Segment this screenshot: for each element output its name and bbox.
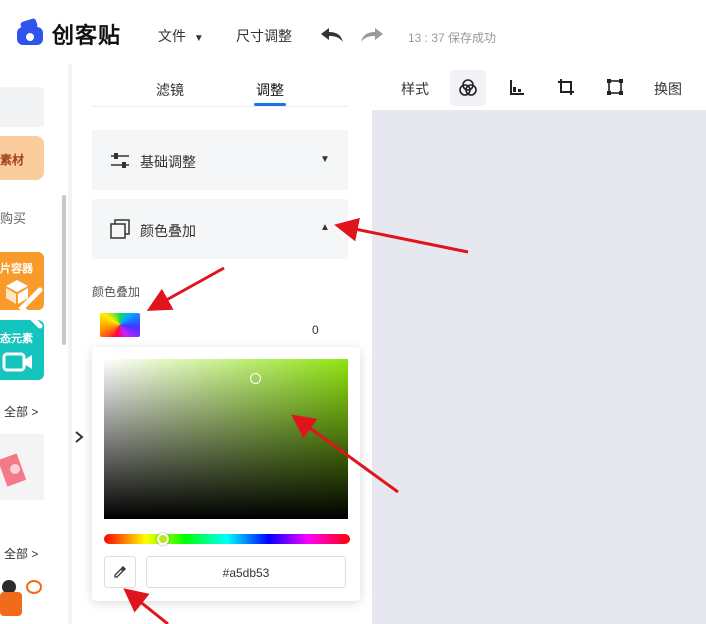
caret-down-icon: ▼ <box>193 33 204 44</box>
chevron-left-icon[interactable] <box>16 286 46 330</box>
ruler-icon[interactable] <box>508 78 526 96</box>
dynamic-element-label: 态元素 <box>0 333 33 345</box>
overlay-field-label: 颜色叠加 <box>92 285 141 299</box>
sidebar-blank-card[interactable] <box>0 87 44 127</box>
transform-icon[interactable] <box>606 78 624 96</box>
hex-color-input[interactable]: #a5db53 <box>146 556 346 588</box>
player-jersey-shape <box>0 592 22 616</box>
image-container-label: 片容器 <box>0 263 33 275</box>
sticker-thumb-1[interactable] <box>0 434 44 500</box>
eyedropper-icon <box>114 566 126 578</box>
sidebar-scrollbar[interactable] <box>62 195 66 345</box>
video-camera-icon <box>2 352 32 372</box>
save-status: 13 : 37 保存成功 <box>408 31 497 45</box>
logo-icon[interactable] <box>14 17 48 49</box>
sticker-thumb-2[interactable] <box>0 574 44 624</box>
crop-icon[interactable] <box>557 78 575 96</box>
eyedropper-button[interactable] <box>104 556 136 588</box>
hue-slider[interactable] <box>104 534 350 544</box>
pink-dot-shape <box>10 464 20 474</box>
all-link-1[interactable]: 全部 > <box>4 403 38 420</box>
color-circles-icon <box>459 79 477 96</box>
tab-adjust[interactable]: 调整 <box>256 80 284 100</box>
saturation-value-box[interactable] <box>104 359 348 519</box>
overlay-value: 0 <box>312 323 319 337</box>
filter-tool-button[interactable] <box>450 70 486 106</box>
size-adjust-menu[interactable]: 尺寸调整 <box>236 26 292 46</box>
all-link-2[interactable]: 全部 > <box>4 545 38 562</box>
file-menu-label: 文件 <box>158 28 186 44</box>
redo-icon[interactable] <box>360 26 384 44</box>
basic-adjust-label: 基础调整 <box>140 154 196 170</box>
collapse-arrow-icon[interactable] <box>73 430 85 444</box>
overlay-squares-icon <box>110 219 130 239</box>
sv-handle[interactable] <box>250 373 261 384</box>
color-overlay-section[interactable]: 颜色叠加 ▲ <box>92 199 348 259</box>
tab-divider <box>92 106 348 107</box>
file-menu[interactable]: 文件 ▼ <box>158 26 204 46</box>
sliders-icon <box>111 153 129 168</box>
ball-shape <box>26 580 42 594</box>
material-card-label: 素材 <box>0 153 25 167</box>
undo-icon[interactable] <box>320 26 344 44</box>
purchase-link[interactable]: 购买 <box>0 208 26 227</box>
caret-up-icon: ▲ <box>320 222 330 233</box>
hue-handle[interactable] <box>157 533 169 545</box>
canvas-area[interactable] <box>372 110 706 624</box>
style-button[interactable]: 样式 <box>401 79 429 99</box>
logo-text: 创客贴 <box>52 23 122 48</box>
basic-adjust-section[interactable]: 基础调整 ▼ <box>92 130 348 190</box>
tab-filter[interactable]: 滤镜 <box>156 80 184 100</box>
color-overlay-label: 颜色叠加 <box>140 223 196 239</box>
material-card[interactable]: 素材 <box>0 136 44 180</box>
replace-image-button[interactable]: 换图 <box>654 79 682 99</box>
color-swatch[interactable] <box>100 313 140 337</box>
caret-down-icon: ▼ <box>320 154 330 165</box>
